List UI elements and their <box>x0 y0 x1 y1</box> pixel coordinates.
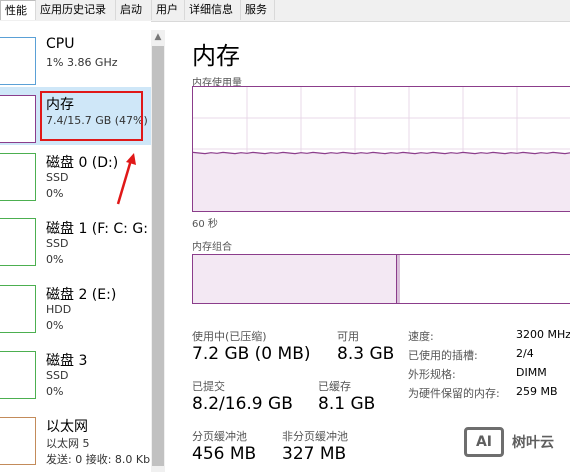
annotation-arrow-icon <box>116 153 136 205</box>
scrollbar-thumb[interactable] <box>152 46 164 466</box>
memory-composition-bar <box>192 254 570 304</box>
sidebar-item-title: 以太网 <box>46 419 88 435</box>
speed-label: 速度: <box>408 330 434 343</box>
sidebar-item-sub: HDD <box>46 303 72 316</box>
tab-details[interactable]: 详细信息 <box>185 0 241 20</box>
tab-app-history[interactable]: 应用历史记录 <box>36 0 116 20</box>
composition-in-use <box>193 255 397 303</box>
sidebar-item-usage: 0% <box>46 385 64 398</box>
sidebar-item-sub: SSD <box>46 237 69 250</box>
tab-services[interactable]: 服务 <box>241 0 275 20</box>
ethernet-thumbnail-graph <box>0 417 36 465</box>
tab-bar: 性能 应用历史记录 启动 用户 详细信息 服务 <box>0 0 570 22</box>
sidebar-item-title: CPU <box>46 36 75 52</box>
memory-usage-line <box>193 151 570 155</box>
tab-startup[interactable]: 启动 <box>116 0 152 20</box>
watermark-logo-icon: AI <box>464 427 504 457</box>
cached-label: 已缓存 <box>318 380 351 393</box>
composition-modified <box>397 255 400 303</box>
form-factor-label: 外形规格: <box>408 368 456 381</box>
composition-label: 内存组合 <box>192 242 232 253</box>
form-factor-value: DIMM <box>516 366 547 379</box>
cached-value: 8.1 GB <box>318 394 376 414</box>
slots-used-label: 已使用的插槽: <box>408 349 478 362</box>
available-value: 8.3 GB <box>337 344 395 364</box>
annotation-highlight-box <box>40 91 143 141</box>
memory-usage-area <box>193 152 570 211</box>
time-axis-label: 60 秒 <box>192 219 218 230</box>
hardware-reserved-value: 259 MB <box>516 385 558 398</box>
disk-thumbnail-graph <box>0 285 36 333</box>
memory-thumbnail-graph <box>0 95 36 143</box>
sidebar-item-title: 磁盘 0 (D:) <box>46 155 119 171</box>
committed-label: 已提交 <box>192 380 225 393</box>
sidebar-item-title: 磁盘 1 (F: C: G: <box>46 221 148 237</box>
disk-thumbnail-graph <box>0 218 36 266</box>
sidebar-item-sub: SSD <box>46 369 69 382</box>
speed-value: 3200 MHz <box>516 328 570 341</box>
hardware-reserved-label: 为硬件保留的内存: <box>408 387 500 400</box>
watermark-text: 树叶云 <box>512 435 554 451</box>
scroll-up-icon[interactable]: ▲ <box>152 31 164 43</box>
disk-thumbnail-graph <box>0 351 36 399</box>
disk-thumbnail-graph <box>0 153 36 201</box>
memory-usage-graph-svg <box>193 87 570 211</box>
sidebar-item-usage: 0% <box>46 253 64 266</box>
cpu-thumbnail-graph <box>0 37 36 85</box>
tab-performance[interactable]: 性能 <box>0 0 36 20</box>
sidebar-item-sub: 以太网 5 <box>46 437 90 450</box>
available-label: 可用 <box>337 330 359 343</box>
committed-value: 8.2/16.9 GB <box>192 394 293 414</box>
paged-pool-value: 456 MB <box>192 444 257 464</box>
tab-users[interactable]: 用户 <box>152 0 185 20</box>
nonpaged-pool-label: 非分页缓冲池 <box>282 430 348 443</box>
page-title: 内存 <box>192 42 240 70</box>
nonpaged-pool-value: 327 MB <box>282 444 347 464</box>
paged-pool-label: 分页缓冲池 <box>192 430 247 443</box>
sidebar-item-sub: 1% 3.86 GHz <box>46 56 118 69</box>
slots-used-value: 2/4 <box>516 347 534 360</box>
resource-sidebar: CPU 1% 3.86 GHz 内存 7.4/15.7 GB (47%) 磁盘 … <box>0 21 151 472</box>
sidebar-item-title: 磁盘 3 <box>46 353 88 369</box>
in-use-value: 7.2 GB (0 MB) <box>192 344 311 364</box>
sidebar-item-usage: 0% <box>46 319 64 332</box>
sidebar-item-usage: 发送: 0 接收: 8.0 Kb <box>46 453 151 466</box>
in-use-label: 使用中(已压缩) <box>192 330 267 343</box>
memory-usage-graph <box>192 86 570 212</box>
sidebar-item-sub: SSD <box>46 171 69 184</box>
sidebar-item-usage: 0% <box>46 187 64 200</box>
sidebar-item-title: 磁盘 2 (E:) <box>46 287 117 303</box>
watermark: AI 树叶云 <box>464 425 568 459</box>
